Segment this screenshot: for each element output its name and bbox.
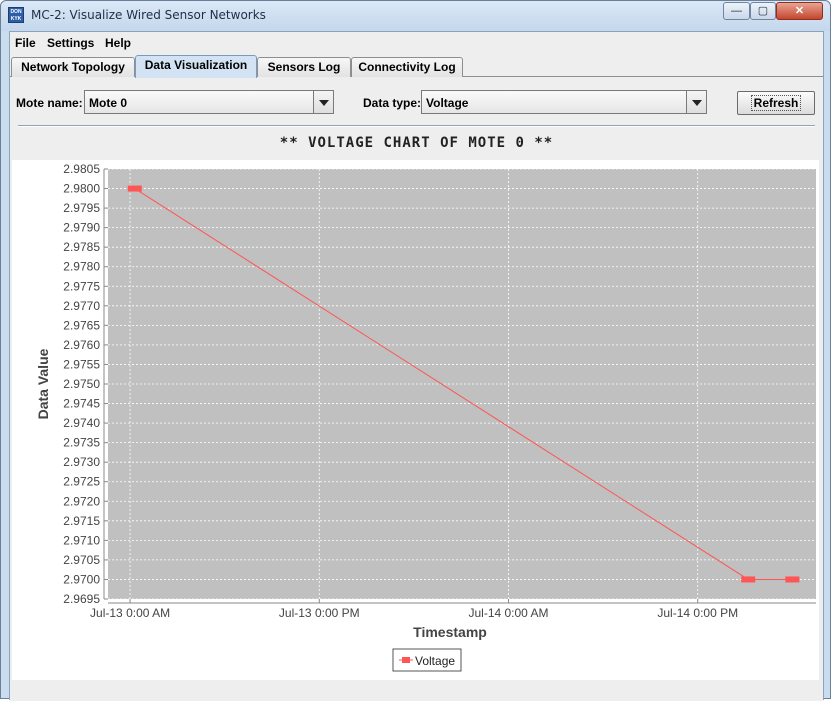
window-title: MC-2: Visualize Wired Sensor Networks bbox=[31, 8, 266, 22]
app-window: DON KYK MC-2: Visualize Wired Sensor Netw… bbox=[0, 0, 831, 701]
y-tick-label: 2.9770 bbox=[63, 299, 100, 313]
y-tick-label: 2.9765 bbox=[63, 318, 100, 332]
menu-file[interactable]: File bbox=[15, 36, 36, 50]
chart-area: 2.9695 2.9700 2.9705 2.9710 2.9715 2.9720 2.97… bbox=[12, 160, 819, 680]
y-tick-label: 2.9755 bbox=[63, 357, 100, 371]
data-point bbox=[127, 185, 142, 192]
y-tick-label: 2.9695 bbox=[63, 592, 100, 606]
menu-help[interactable]: Help bbox=[105, 36, 131, 50]
refresh-button[interactable]: Refresh bbox=[737, 91, 815, 115]
menu-settings[interactable]: Settings bbox=[47, 36, 94, 50]
y-tick-label: 2.9735 bbox=[63, 436, 100, 450]
y-tick-label: 2.9725 bbox=[63, 475, 100, 489]
y-tick-label: 2.9800 bbox=[63, 182, 100, 196]
y-tick-label: 2.9730 bbox=[63, 455, 100, 469]
y-tick-label: 2.9745 bbox=[63, 397, 100, 411]
y-tick-label: 2.9720 bbox=[63, 494, 100, 508]
title-bar[interactable]: DON KYK MC-2: Visualize Wired Sensor Netw… bbox=[1, 1, 830, 31]
minimize-button[interactable]: — bbox=[723, 2, 750, 20]
chevron-down-icon[interactable] bbox=[313, 91, 333, 113]
chart-title: ** VOLTAGE CHART OF MOTE 0 ** bbox=[279, 135, 554, 151]
y-tick-label: 2.9805 bbox=[63, 162, 100, 176]
y-tick-label: 2.9760 bbox=[63, 338, 100, 352]
data-point bbox=[785, 576, 800, 583]
app-logo-icon: DON KYK bbox=[8, 7, 24, 23]
legend: Voltage bbox=[392, 648, 462, 672]
tab-data-visualization[interactable]: Data Visualization bbox=[135, 55, 257, 78]
legend-marker bbox=[402, 657, 410, 663]
x-tick-label: Jul-13 0:00 PM bbox=[279, 606, 360, 620]
data-visualization-panel: Mote name: Mote 0 Data type: Voltage Ref… bbox=[10, 77, 823, 701]
refresh-button-label: Refresh bbox=[750, 95, 802, 111]
y-tick-label: 2.9750 bbox=[63, 377, 100, 391]
y-axis-ticks: 2.9695 2.9700 2.9705 2.9710 2.9715 2.9720 2.97… bbox=[63, 162, 108, 606]
chevron-down-icon[interactable] bbox=[686, 91, 706, 113]
data-type-label: Data type: bbox=[363, 96, 422, 110]
voltage-chart: 2.9695 2.9700 2.9705 2.9710 2.9715 2.9720 2.97… bbox=[35, 162, 816, 672]
y-tick-label: 2.9705 bbox=[63, 553, 100, 567]
menu-bar: File Settings Help bbox=[10, 32, 823, 54]
x-axis-label: Timestamp bbox=[413, 624, 487, 640]
maximize-button[interactable]: ▢ bbox=[750, 2, 776, 20]
y-tick-label: 2.9785 bbox=[63, 240, 100, 254]
legend-label: Voltage bbox=[415, 654, 455, 668]
tab-bar: Network Topology Data Visualization Sens… bbox=[10, 55, 823, 78]
y-axis-label: Data Value bbox=[35, 348, 51, 419]
tab-connectivity-log[interactable]: Connectivity Log bbox=[351, 57, 463, 77]
data-type-select[interactable]: Voltage bbox=[421, 90, 707, 114]
close-button[interactable]: ✕ bbox=[776, 2, 823, 20]
y-tick-label: 2.9775 bbox=[63, 279, 100, 293]
client-area: File Settings Help Network Topology Data… bbox=[9, 31, 824, 701]
mote-name-select[interactable]: Mote 0 bbox=[84, 90, 334, 114]
tab-network-topology[interactable]: Network Topology bbox=[11, 57, 135, 77]
y-tick-label: 2.9780 bbox=[63, 260, 100, 274]
y-tick-label: 2.9790 bbox=[63, 221, 100, 235]
separator bbox=[18, 125, 815, 127]
mote-name-value: Mote 0 bbox=[89, 96, 128, 110]
y-tick-label: 2.9710 bbox=[63, 533, 100, 547]
y-tick-label: 2.9740 bbox=[63, 416, 100, 430]
tab-sensors-log[interactable]: Sensors Log bbox=[257, 57, 351, 77]
y-tick-label: 2.9715 bbox=[63, 514, 100, 528]
x-tick-label: Jul-14 0:00 PM bbox=[657, 606, 738, 620]
data-type-value: Voltage bbox=[426, 96, 469, 110]
mote-name-label: Mote name: bbox=[16, 96, 83, 110]
y-tick-label: 2.9795 bbox=[63, 201, 100, 215]
x-tick-label: Jul-13 0:00 AM bbox=[90, 606, 170, 620]
data-point bbox=[741, 576, 756, 583]
x-tick-label: Jul-14 0:00 AM bbox=[468, 606, 548, 620]
x-axis-ticks: Jul-13 0:00 AM Jul-13 0:00 PM Jul-14 0:00 … bbox=[90, 599, 738, 620]
y-tick-label: 2.9700 bbox=[63, 572, 100, 586]
